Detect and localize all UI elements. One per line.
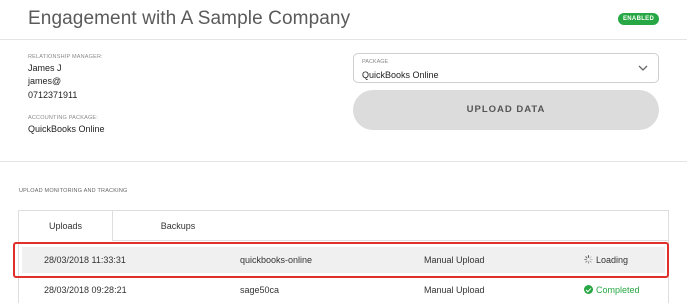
package-select-value: QuickBooks Online: [362, 70, 439, 80]
tab-divider: [113, 240, 669, 241]
tab-backups[interactable]: Backups: [113, 211, 243, 241]
manager-phone: 0712371911: [28, 90, 78, 100]
upload-status-text: Completed: [596, 285, 640, 295]
upload-data-button[interactable]: UPLOAD DATA: [353, 90, 659, 130]
chevron-down-icon: [638, 65, 648, 71]
package-select[interactable]: PACKAGE QuickBooks Online: [353, 53, 659, 83]
manager-email: james@: [28, 76, 62, 86]
table-row[interactable]: 28/03/2018 09:28:21 sage50ca Manual Uplo…: [22, 277, 665, 303]
accounting-package-label: ACCOUNTING PACKAGE:: [28, 115, 99, 121]
accounting-package-value: QuickBooks Online: [28, 124, 105, 134]
tab-uploads[interactable]: Uploads: [19, 211, 113, 241]
package-select-label: PACKAGE: [362, 59, 389, 65]
engagement-details: RELATIONSHIP MANAGER: James J james@ 071…: [0, 41, 687, 162]
relationship-manager-label: RELATIONSHIP MANAGER:: [28, 54, 103, 60]
status-badge: ENABLED: [618, 13, 660, 25]
upload-source: sage50ca: [240, 285, 280, 295]
page-title: Engagement with A Sample Company: [28, 8, 351, 29]
highlight-annotation: [13, 242, 669, 278]
upload-status: Completed: [584, 285, 640, 295]
upload-datetime: 28/03/2018 09:28:21: [44, 285, 127, 295]
manager-name: James J: [28, 63, 62, 73]
page-header: Engagement with A Sample Company ENABLED: [0, 0, 687, 40]
upload-type: Manual Upload: [424, 285, 485, 295]
check-circle-icon: [584, 285, 593, 294]
upload-monitoring-title: UPLOAD MONITORING AND TRACKING: [19, 188, 128, 194]
